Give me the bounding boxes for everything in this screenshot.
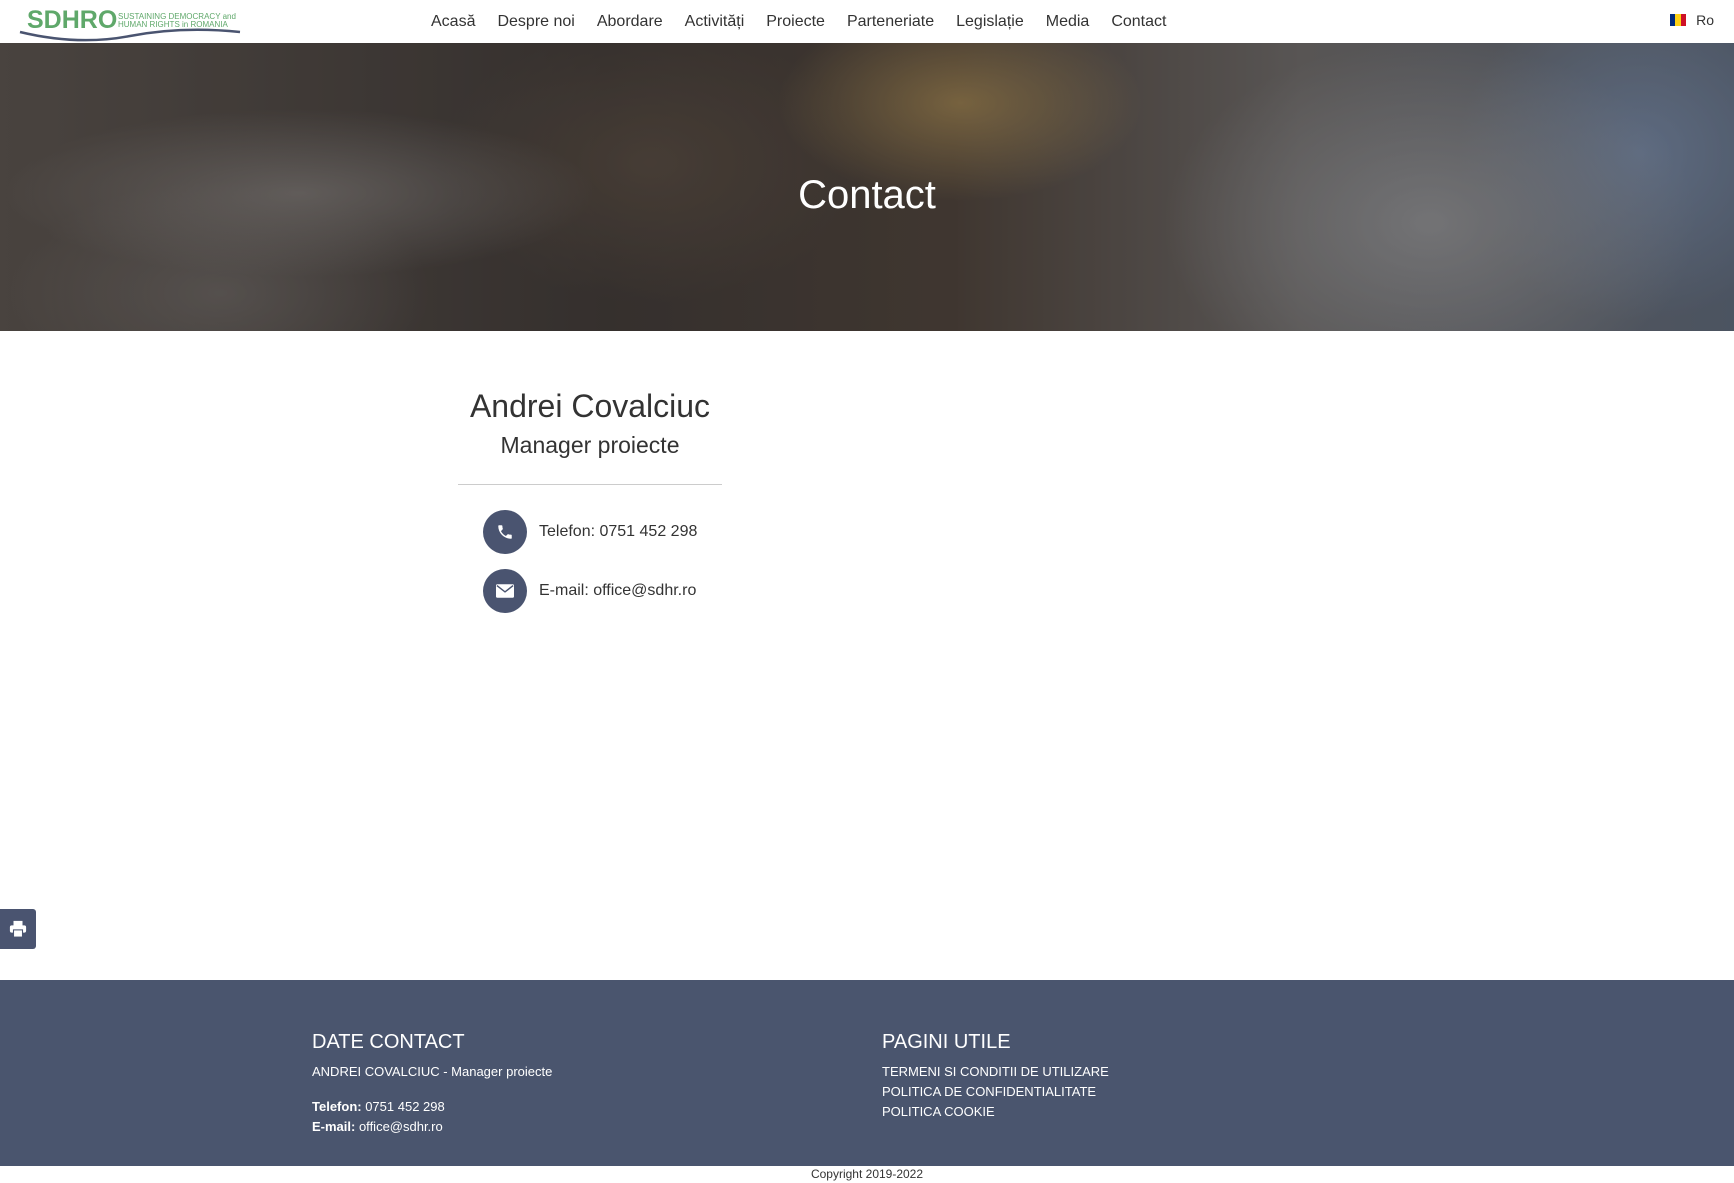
site-footer: DATE CONTACT ANDREI COVALCIUC - Manager … [0, 980, 1734, 1166]
email-text[interactable]: E-mail: office@sdhr.ro [539, 582, 696, 600]
language-selector[interactable]: Ro [1670, 12, 1714, 28]
phone-row: Telefon: 0751 452 298 [483, 510, 722, 554]
footer-contact-heading: DATE CONTACT [312, 1031, 465, 1053]
logo-tagline-2: HUMAN RIGHTS in ROMANIA [118, 20, 228, 29]
nav-legislatie[interactable]: Legislație [945, 0, 1035, 43]
nav-acasa[interactable]: Acasă [420, 0, 486, 43]
footer-links-column: PAGINI UTILE TERMENI SI CONDITII DE UTIL… [882, 1030, 1109, 1122]
hero-banner: Contact [0, 43, 1734, 331]
print-icon [9, 920, 27, 938]
contact-role: Manager proiecte [500, 432, 680, 458]
language-label: Ro [1696, 12, 1714, 28]
envelope-icon [483, 569, 527, 613]
nav-abordare[interactable]: Abordare [586, 0, 674, 43]
contact-name: Andrei Covalciuc [469, 388, 711, 424]
nav-media[interactable]: Media [1035, 0, 1101, 43]
footer-email-value[interactable]: office@sdhr.ro [355, 1119, 443, 1134]
footer-phone-value[interactable]: 0751 452 298 [362, 1099, 445, 1114]
phone-text[interactable]: Telefon: 0751 452 298 [539, 523, 697, 541]
email-row: E-mail: office@sdhr.ro [483, 569, 722, 613]
nav-proiecte[interactable]: Proiecte [755, 0, 836, 43]
romania-flag-icon [1670, 14, 1687, 26]
footer-link-cookie[interactable]: POLITICA COOKIE [882, 1102, 1109, 1122]
footer-phone-label: Telefon: [312, 1099, 362, 1114]
footer-email-label: E-mail: [312, 1119, 356, 1134]
footer-phone: Telefon: 0751 452 298 [312, 1097, 552, 1117]
phone-icon [483, 510, 527, 554]
footer-email: E-mail: office@sdhr.ro [312, 1117, 552, 1137]
main-nav: Acasă Despre noi Abordare Activități Pro… [420, 0, 1177, 43]
nav-contact[interactable]: Contact [1100, 0, 1177, 43]
top-navbar: SDHRO SUSTAINING DEMOCRACY and HUMAN RIG… [0, 0, 1734, 43]
footer-contact-person: ANDREI COVALCIUC - Manager proiecte [312, 1064, 553, 1079]
footer-link-privacy[interactable]: POLITICA DE CONFIDENTIALITATE [882, 1082, 1109, 1102]
footer-links-heading: PAGINI UTILE [882, 1031, 1011, 1053]
nav-despre-noi[interactable]: Despre noi [486, 0, 585, 43]
footer-contact-column: DATE CONTACT ANDREI COVALCIUC - Manager … [312, 1030, 552, 1137]
copyright-text: Copyright 2019-2022 [810, 1167, 924, 1181]
nav-activitati[interactable]: Activități [674, 0, 756, 43]
nav-parteneriate[interactable]: Parteneriate [836, 0, 945, 43]
contact-card: Andrei Covalciuc Manager proiecte Telefo… [458, 386, 722, 613]
footer-link-terms[interactable]: TERMENI SI CONDITII DE UTILIZARE [882, 1062, 1109, 1082]
sdhr-logo[interactable]: SDHRO SUSTAINING DEMOCRACY and HUMAN RIG… [18, 2, 248, 42]
print-button[interactable] [0, 909, 36, 949]
card-divider [458, 484, 722, 485]
page-title: Contact [798, 173, 936, 217]
logo-wordmark: SDHRO [27, 6, 117, 34]
